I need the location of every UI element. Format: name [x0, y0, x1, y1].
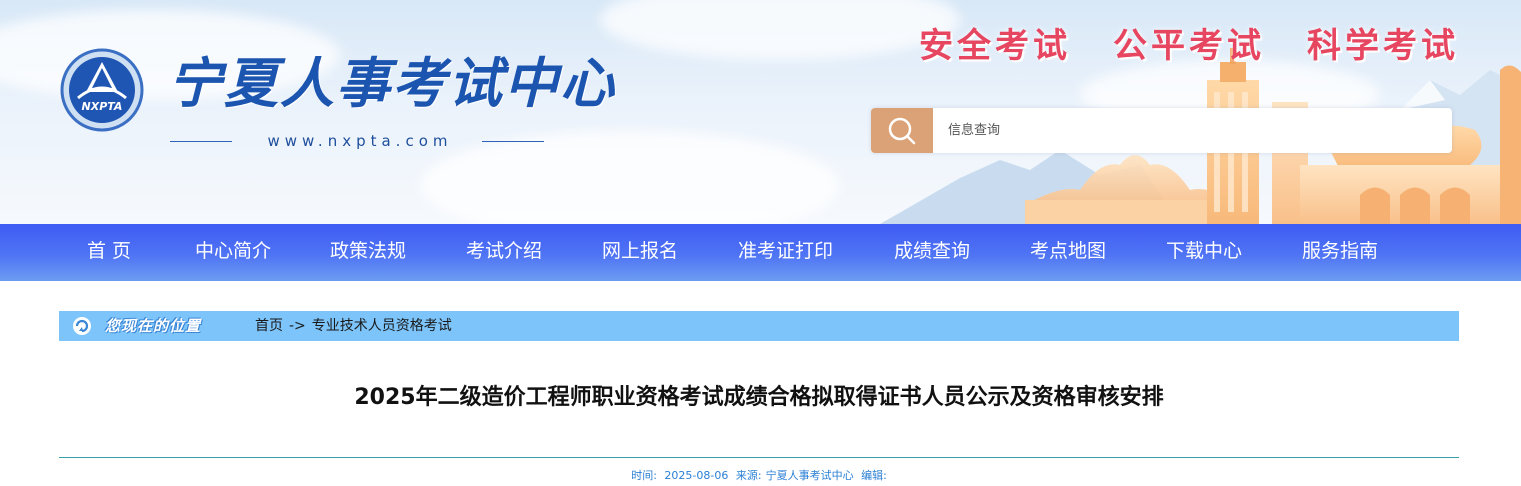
breadcrumb-trail: 首页 -> 专业技术人员资格考试	[255, 311, 452, 341]
header-banner: NXPTA 宁夏人事考试中心 www.nxpta.com 安全考试 公平考试 科…	[0, 0, 1521, 224]
url-divider	[170, 141, 232, 142]
breadcrumb-link-category[interactable]: 专业技术人员资格考试	[312, 318, 452, 334]
nav-item-downloads[interactable]: 下载中心	[1166, 224, 1242, 281]
meta-time-label: 时间:	[631, 469, 657, 482]
article-meta: 时间: 2025-08-06 来源: 宁夏人事考试中心 编辑:	[59, 468, 1459, 484]
nav-item-policies[interactable]: 政策法规	[330, 224, 406, 281]
slogans: 安全考试 公平考试 科学考试	[915, 22, 1475, 70]
slogan-fair: 公平考试	[1113, 26, 1265, 66]
site-title: 宁夏人事考试中心	[168, 51, 616, 115]
nxpta-logo: NXPTA	[60, 48, 144, 132]
slogan-scientific: 科学考试	[1307, 26, 1459, 66]
meta-editor-label: 编辑:	[861, 469, 887, 482]
meta-time: 2025-08-06	[664, 469, 729, 482]
nav-item-score-query[interactable]: 成绩查询	[894, 224, 970, 281]
main-nav: 首 页 中心简介 政策法规 考试介绍 网上报名 准考证打印 成绩查询 考点地图 …	[0, 224, 1521, 281]
breadcrumb-separator: ->	[289, 318, 306, 334]
logo-text: NXPTA	[82, 100, 123, 113]
nav-item-admission-ticket[interactable]: 准考证打印	[738, 224, 833, 281]
breadcrumb: 您现在的位置 首页 -> 专业技术人员资格考试	[59, 311, 1459, 341]
nav-item-exam-map[interactable]: 考点地图	[1030, 224, 1106, 281]
breadcrumb-label: 您现在的位置	[59, 311, 239, 341]
breadcrumb-link-home[interactable]: 首页	[255, 318, 283, 334]
nav-item-home[interactable]: 首 页	[87, 224, 131, 281]
meta-source-label: 来源:	[735, 469, 762, 482]
nav-item-about[interactable]: 中心简介	[195, 224, 271, 281]
article-title: 2025年二级造价工程师职业资格考试成绩合格拟取得证书人员公示及资格审核安排	[354, 385, 1164, 410]
nav-item-service-guide[interactable]: 服务指南	[1302, 224, 1378, 281]
breadcrumb-label-text: 您现在的位置	[105, 317, 202, 335]
search-button[interactable]	[871, 108, 933, 153]
url-divider	[482, 141, 544, 142]
nav-item-registration[interactable]: 网上报名	[602, 224, 678, 281]
site-url: www.nxpta.com	[267, 132, 453, 150]
search-input[interactable]	[933, 108, 1452, 153]
slogan-safe: 安全考试	[919, 26, 1071, 66]
location-arrow-icon	[73, 317, 91, 335]
meta-source: 宁夏人事考试中心	[765, 469, 854, 482]
search-box	[871, 108, 1452, 153]
title-divider	[59, 457, 1459, 458]
site-url-row: www.nxpta.com	[170, 131, 550, 151]
search-icon	[888, 117, 916, 145]
nav-item-exams[interactable]: 考试介绍	[466, 224, 542, 281]
